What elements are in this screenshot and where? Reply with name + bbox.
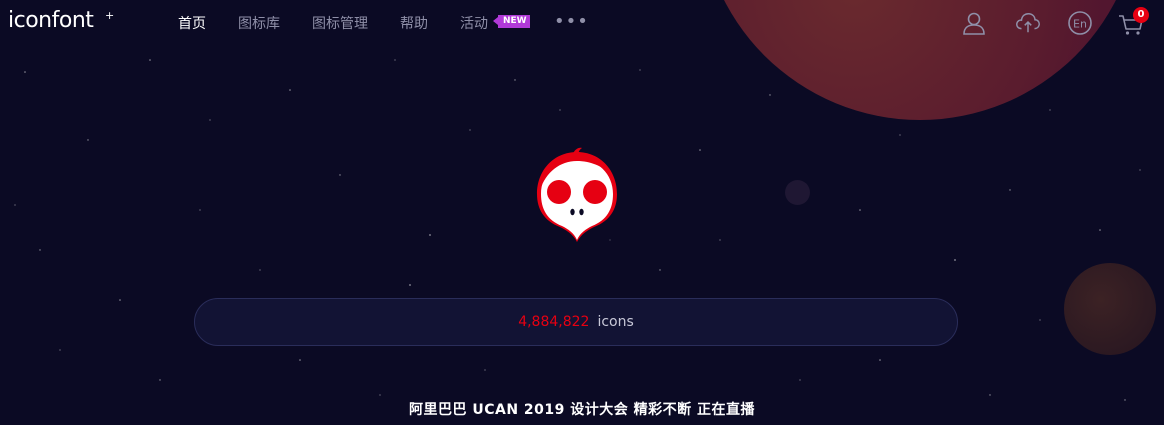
top-navigation-bar: iconfont + 首页 图标库 图标管理 帮助 活动 NEW ••• En …: [0, 0, 1164, 45]
cart-count-badge: 0: [1133, 7, 1149, 23]
iconfont-logo[interactable]: iconfont: [8, 8, 94, 33]
user-icon[interactable]: [961, 10, 987, 36]
nav-item-icon-library[interactable]: 图标库: [238, 13, 280, 33]
cloud-upload-icon[interactable]: [1015, 10, 1041, 36]
nav-item-home[interactable]: 首页: [178, 13, 206, 33]
nav-item-help[interactable]: 帮助: [400, 13, 428, 33]
icon-count: 4,884,822: [518, 314, 590, 330]
svg-text:En: En: [1073, 18, 1087, 31]
decorative-planet-tiny: [785, 180, 810, 205]
nav-item-icon-management[interactable]: 图标管理: [312, 13, 368, 33]
decorative-planet-small: [1064, 263, 1156, 355]
new-badge: NEW: [493, 15, 530, 28]
skull-mascot-icon: [537, 147, 617, 242]
more-menu-icon[interactable]: •••: [554, 11, 589, 32]
nav-item-events[interactable]: 活动: [460, 13, 488, 33]
icon-count-unit: icons: [597, 314, 634, 330]
logo-mark: +: [105, 9, 115, 22]
ucan-live-banner[interactable]: 阿里巴巴 UCAN 2019 设计大会 精彩不断 正在直播: [0, 399, 1164, 419]
language-toggle[interactable]: En: [1067, 10, 1093, 36]
icon-search-bar[interactable]: 4,884,822 icons: [194, 298, 958, 346]
